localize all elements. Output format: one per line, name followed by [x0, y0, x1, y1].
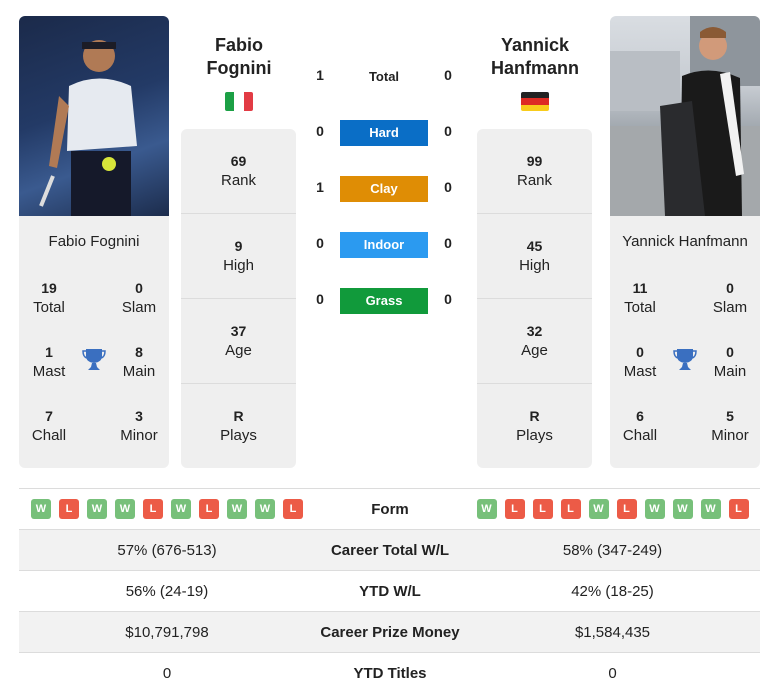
titles-mast-left: 1 Mast — [32, 344, 66, 380]
form-badges-left: WLWWLWLWWL — [19, 499, 315, 519]
titles-card-right: Yannick Hanfmann 11 Total 0 Slam 0 Mast 0 Ma… — [610, 216, 760, 468]
form-badges-right: WLLLWLWWWL — [465, 499, 760, 519]
form-badge-win[interactable]: W — [115, 499, 135, 519]
player-full-name-right: Yannick Hanfmann — [622, 233, 748, 250]
stat-rank-right: 99 Rank — [477, 129, 592, 214]
form-badge-loss[interactable]: L — [143, 499, 163, 519]
titles-slam-right: 0 Slam — [712, 280, 748, 316]
stat-plays-right: R Plays — [516, 408, 553, 444]
titles-total-left: 19 Total — [33, 280, 65, 316]
titles-mast-right: 0 Mast — [623, 344, 657, 380]
titles-card-left: Fabio Fognini 19 Total 0 Slam 1 Mast 8 Main … — [19, 216, 169, 468]
stat-age-left: 37 Age — [181, 299, 296, 384]
form-badge-win[interactable]: W — [171, 499, 191, 519]
stat-rank-left: 69 Rank — [181, 129, 296, 214]
row-label: Career Prize Money — [320, 623, 460, 641]
form-badge-loss[interactable]: L — [728, 499, 749, 519]
h2h-right-value: 0 — [444, 235, 452, 251]
player-photo-right — [610, 16, 760, 216]
h2h-row-clay: 1 Clay 0 — [305, 176, 465, 202]
table-row-career-total-wl: 57% (676-513) Career Total W/L 58% (347-… — [19, 529, 760, 570]
form-badge-win[interactable]: W — [700, 499, 721, 519]
comparison-table: WLWWLWLWWL Form WLLLWLWWWL 57% (676-513)… — [19, 488, 760, 693]
form-badge-win[interactable]: W — [255, 499, 275, 519]
form-badge-loss[interactable]: L — [199, 499, 219, 519]
player-photo-left — [19, 16, 169, 216]
stat-high-left: 9 High — [181, 214, 296, 299]
h2h-left-value: 0 — [316, 235, 324, 251]
form-badge-win[interactable]: W — [476, 499, 497, 519]
surface-badge-clay[interactable]: Clay — [340, 176, 428, 202]
titles-chall-right: 6 Chall — [622, 408, 658, 444]
h2h-row-hard: 0 Hard 0 — [305, 120, 465, 146]
form-badge-win[interactable]: W — [31, 499, 51, 519]
titles-minor-left: 3 Minor — [120, 408, 158, 444]
h2h-label-total: Total — [368, 69, 400, 84]
table-row-ytd-wl: 56% (24-19) YTD W/L 42% (18-25) — [19, 570, 760, 611]
row-label: Career Total W/L — [330, 541, 450, 559]
left-value: 57% (676-513) — [117, 541, 217, 559]
stats-card-left: 69 Rank 9 High 37 Age R Plays — [181, 129, 296, 468]
table-row-ytd-titles: 0 YTD Titles 0 — [19, 652, 760, 693]
titles-slam-left: 0 Slam — [121, 280, 157, 316]
h2h-row-indoor: 0 Indoor 0 — [305, 232, 465, 258]
table-row-form: WLWWLWLWWL Form WLLLWLWWWL — [19, 488, 760, 529]
stat-high-right: 45 High — [477, 214, 592, 299]
player-name-left[interactable]: Fabio Fognini — [179, 34, 299, 80]
form-badge-win[interactable]: W — [227, 499, 247, 519]
h2h-right-value: 0 — [444, 123, 452, 139]
table-row-career-prize-money: $10,791,798 Career Prize Money $1,584,43… — [19, 611, 760, 652]
form-badge-loss[interactable]: L — [283, 499, 303, 519]
italy-flag-icon — [225, 92, 253, 111]
form-badge-win[interactable]: W — [588, 499, 609, 519]
form-badge-win[interactable]: W — [87, 499, 107, 519]
surface-badge-grass[interactable]: Grass — [340, 288, 428, 314]
h2h-left-value: 0 — [316, 123, 324, 139]
titles-main-left: 8 Main — [122, 344, 156, 380]
form-badge-loss[interactable]: L — [560, 499, 581, 519]
right-value: $1,584,435 — [574, 623, 651, 641]
player-photo-left-image — [39, 40, 137, 216]
titles-minor-right: 5 Minor — [711, 408, 749, 444]
left-value: 56% (24-19) — [125, 582, 209, 600]
form-badge-loss[interactable]: L — [532, 499, 553, 519]
right-value: 42% (18-25) — [571, 582, 654, 600]
right-value: 0 — [608, 664, 617, 682]
trophy-icon — [82, 349, 106, 370]
h2h-left-value: 1 — [316, 179, 324, 195]
form-badge-win[interactable]: W — [672, 499, 693, 519]
surface-badge-indoor[interactable]: Indoor — [340, 232, 428, 258]
h2h-right-value: 0 — [444, 179, 452, 195]
left-value: 0 — [162, 664, 172, 682]
row-label: YTD Titles — [353, 664, 427, 682]
h2h-left-value: 0 — [316, 291, 324, 307]
player-full-name-left: Fabio Fognini — [48, 233, 140, 250]
surface-badge-hard[interactable]: Hard — [340, 120, 428, 146]
stat-age-right: 32 Age — [477, 299, 592, 384]
h2h-right-value: 0 — [444, 67, 452, 83]
titles-total-right: 11 Total — [624, 280, 656, 316]
form-badge-loss[interactable]: L — [504, 499, 525, 519]
h2h-row-grass: 0 Grass 0 — [305, 288, 465, 314]
stat-plays-left: R Plays — [220, 408, 257, 444]
trophy-icon — [673, 349, 697, 370]
form-badge-loss[interactable]: L — [616, 499, 637, 519]
row-label: YTD W/L — [359, 582, 421, 600]
germany-flag-icon — [521, 92, 549, 111]
player-photo-right-image — [610, 16, 760, 216]
h2h-left-value: 1 — [316, 67, 324, 83]
form-badge-win[interactable]: W — [644, 499, 665, 519]
h2h-row-total: 1 Total 0 — [305, 64, 465, 90]
row-label: Form — [371, 500, 409, 518]
right-value: 58% (347-249) — [562, 541, 663, 559]
player-name-right[interactable]: Yannick Hanfmann — [475, 34, 595, 80]
titles-chall-left: 7 Chall — [31, 408, 67, 444]
h2h-right-value: 0 — [444, 291, 452, 307]
form-badge-loss[interactable]: L — [59, 499, 79, 519]
titles-main-right: 0 Main — [713, 344, 747, 380]
left-value: $10,791,798 — [125, 623, 209, 641]
stats-card-right: 99 Rank 45 High 32 Age R Plays — [477, 129, 592, 468]
